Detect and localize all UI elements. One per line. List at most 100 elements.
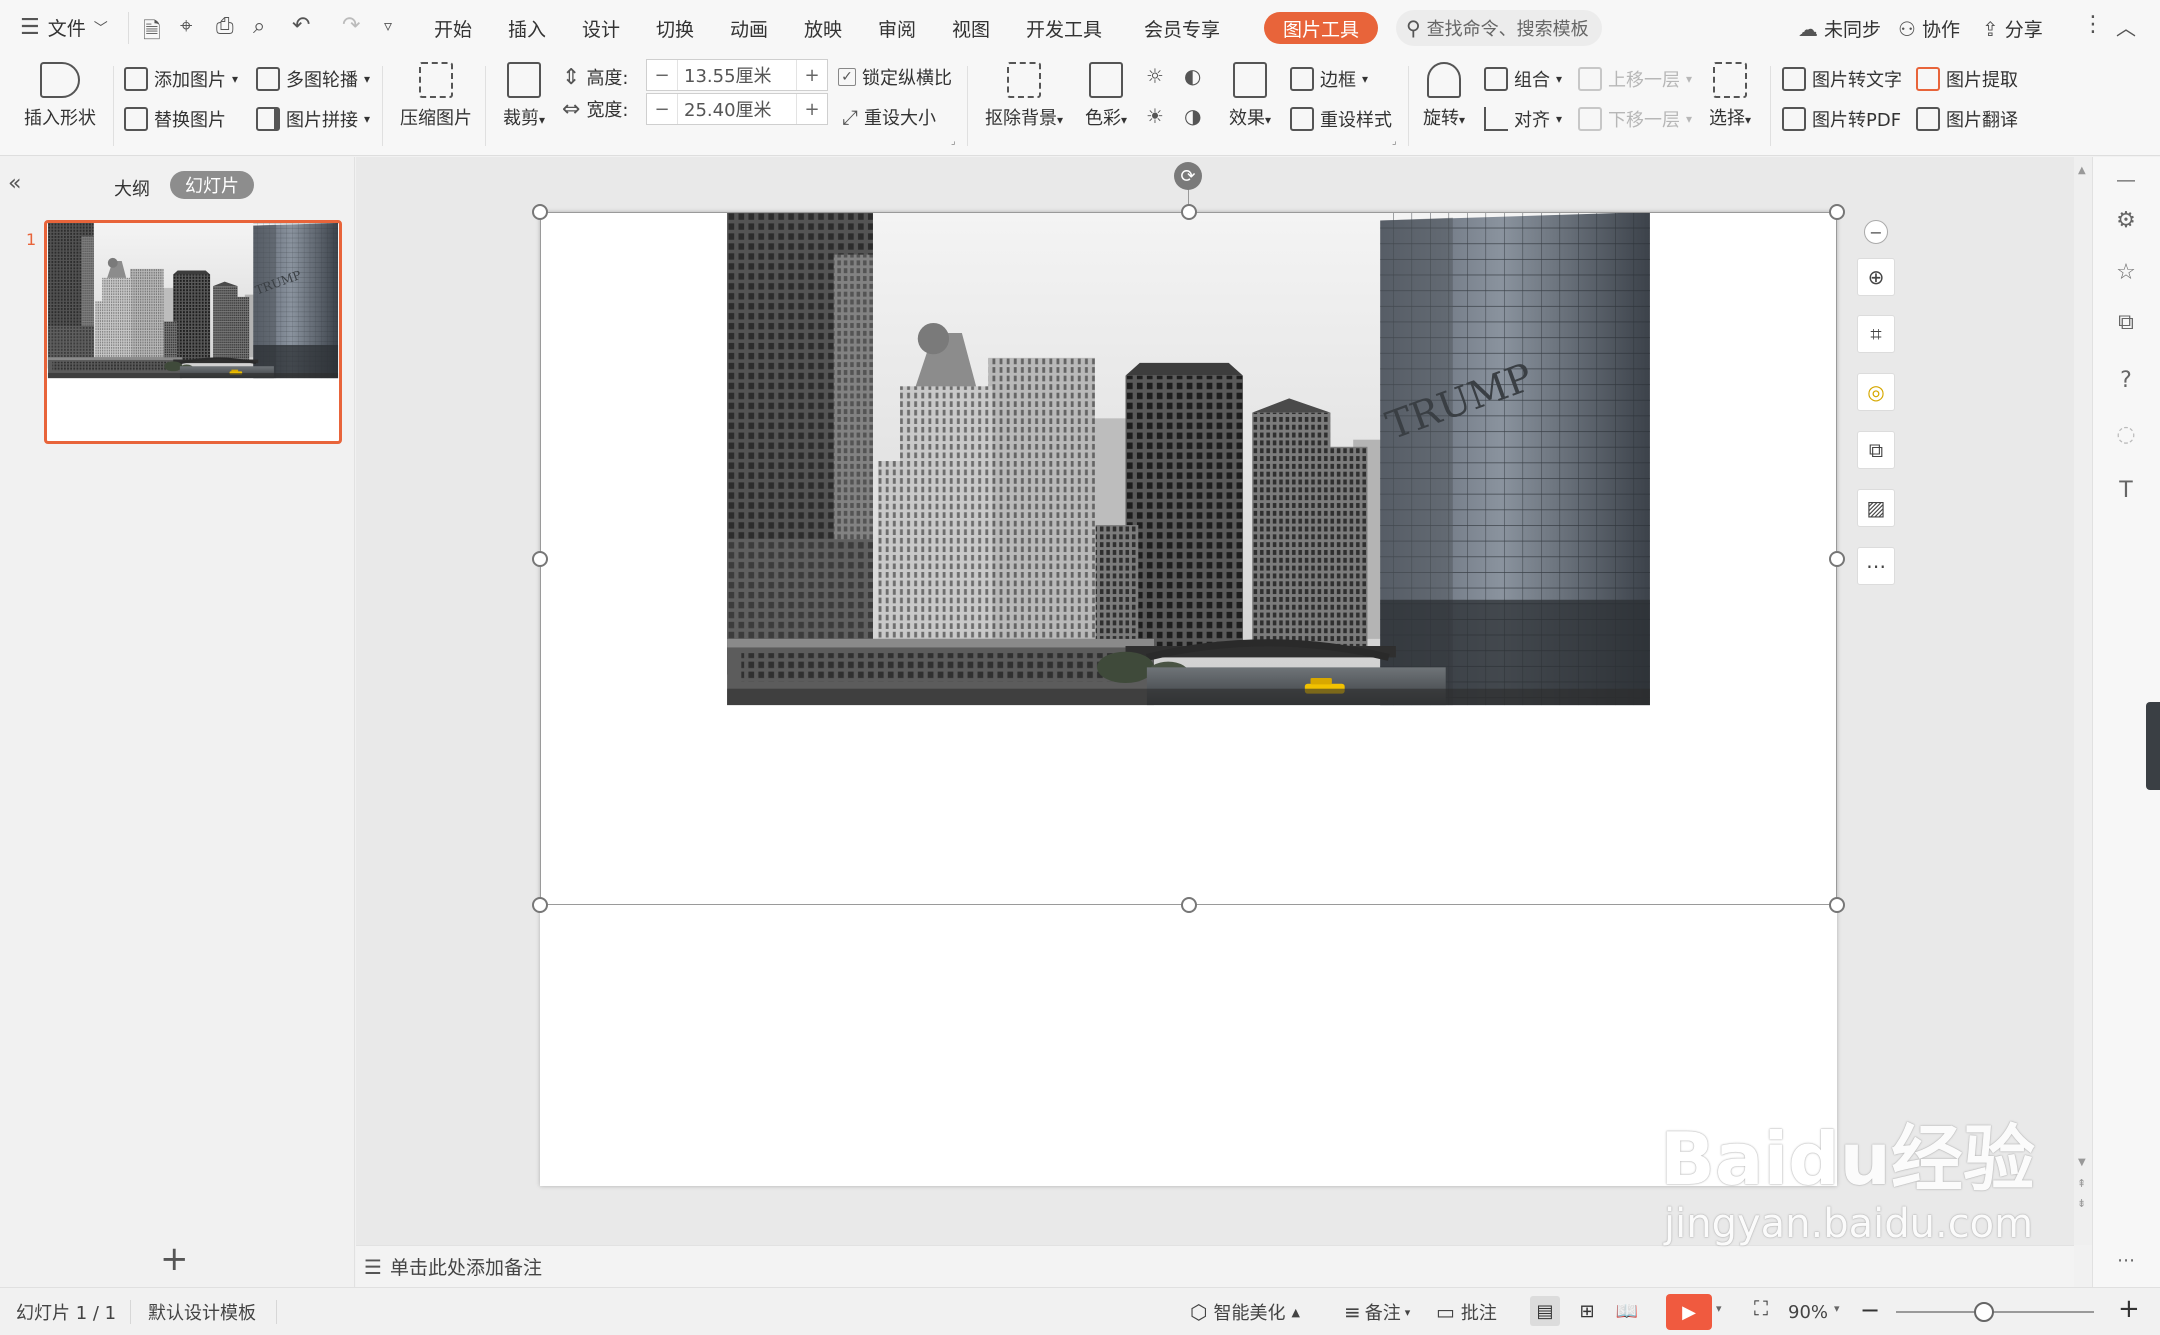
height-increase-button[interactable]: + [797, 60, 827, 90]
collapse-pane-icon[interactable]: « [8, 171, 21, 196]
tab-member[interactable]: 会员专享 [1144, 15, 1248, 42]
select-button[interactable]: 选择▾ [1704, 62, 1756, 130]
side-widget-tab[interactable] [2146, 702, 2160, 790]
selected-picture[interactable]: TRUMP [540, 212, 1837, 905]
style-dialog-launcher-icon[interactable]: ⌟ [1392, 136, 1397, 147]
scroll-down-icon[interactable]: ▼ [2078, 1157, 2086, 1168]
next-slide-icon[interactable]: ⇟ [2077, 1197, 2086, 1210]
tab-slides[interactable]: 幻灯片 [170, 171, 254, 199]
resize-handle-top-left[interactable] [532, 204, 548, 220]
reset-size-button[interactable]: ⤢ 重设大小 [842, 104, 936, 130]
print-preview-icon[interactable]: ⌕ [253, 14, 265, 39]
color-button[interactable]: 色彩▾ [1080, 62, 1132, 130]
command-search[interactable]: ⚲ 查找命令、搜索模板 [1396, 10, 1602, 46]
width-increase-button[interactable]: + [797, 94, 827, 124]
remove-background-button[interactable]: 抠除背景▾ [980, 62, 1068, 130]
contrast-down-icon[interactable]: ◑ [1184, 104, 1201, 128]
resize-handle-bottom-right[interactable] [1829, 897, 1845, 913]
comments-button[interactable]: ▭ 批注 [1436, 1288, 1497, 1335]
search-input[interactable]: 查找命令、搜索模板 [1427, 15, 1589, 41]
tab-developer[interactable]: 开发工具 [1026, 15, 1144, 42]
collapse-float-tools-icon[interactable]: − [1864, 220, 1888, 244]
zoom-level[interactable]: 90% [1788, 1288, 1828, 1335]
add-slide-icon[interactable]: + [160, 1239, 189, 1279]
collage-button[interactable]: 图片拼接 ▾ [256, 106, 370, 132]
effects-button[interactable]: 效果▾ [1224, 62, 1276, 130]
replace-image-button[interactable]: 替换图片 [124, 106, 226, 132]
file-menu[interactable]: ☰ 文件 ﹀ [20, 14, 108, 41]
pane-menu-icon[interactable]: ― [2111, 165, 2141, 195]
resize-handle-left[interactable] [532, 551, 548, 567]
zoom-out-icon[interactable]: − [1860, 1296, 1880, 1324]
notes-area[interactable]: ☰ 单击此处添加备注 [356, 1245, 2074, 1287]
reading-view-icon[interactable]: 📖 [1612, 1296, 1642, 1326]
width-decrease-button[interactable]: − [647, 94, 677, 124]
smart-suggest-button[interactable]: ◎ [1857, 373, 1895, 411]
vertical-scrollbar[interactable]: ▲ ▼ ⇞ ⇟ [2074, 157, 2092, 1245]
contrast-up-icon[interactable]: ◐ [1184, 64, 1201, 88]
align-button[interactable]: 对齐 ▾ [1484, 106, 1562, 132]
play-options-icon[interactable]: ▾ [1716, 1302, 1722, 1315]
lock-aspect-checkbox[interactable]: ✓ 锁定纵横比 [838, 64, 952, 90]
zoom-options-icon[interactable]: ▾ [1834, 1302, 1840, 1315]
text-icon[interactable]: T [2111, 475, 2141, 505]
redo-icon[interactable]: ↷ [342, 13, 360, 38]
send-backward-button[interactable]: 下移一层 ▾ [1578, 106, 1692, 132]
width-stepper[interactable]: − 25.40厘米 + [646, 93, 828, 125]
carousel-button[interactable]: 多图轮播 ▾ [256, 66, 370, 92]
rotate-button[interactable]: 旋转▾ [1414, 62, 1474, 130]
zoom-in-status-icon[interactable]: + [2118, 1294, 2140, 1324]
help-icon[interactable]: ? [2111, 365, 2141, 395]
template-name[interactable]: 默认设计模板 [148, 1288, 256, 1335]
resize-handle-top[interactable] [1181, 204, 1197, 220]
fit-window-icon[interactable]: ⛶ [1754, 1296, 1768, 1320]
zoom-image-button[interactable]: ⊕ [1857, 258, 1895, 296]
zoom-slider[interactable] [1896, 1311, 2094, 1313]
more-float-tools-button[interactable]: ⋯ [1857, 547, 1895, 585]
star-icon[interactable]: ☆ [2111, 257, 2141, 287]
more-pane-icon[interactable]: ⋯ [2111, 1245, 2141, 1275]
insert-shape-button[interactable]: 插入形状 [14, 62, 106, 130]
border-button[interactable]: 边框 ▾ [1290, 66, 1368, 92]
scroll-up-icon[interactable]: ▲ [2078, 165, 2086, 176]
smart-beautify-button[interactable]: ⬡ 智能美化 ▲ [1190, 1288, 1300, 1335]
more-options-icon[interactable]: ⋮ [2082, 12, 2104, 37]
tab-transition[interactable]: 切换 [656, 15, 730, 42]
crop-button[interactable]: 裁剪▾ [494, 62, 554, 130]
prev-slide-icon[interactable]: ⇞ [2077, 1177, 2086, 1190]
height-decrease-button[interactable]: − [647, 60, 677, 90]
brightness-up-icon[interactable]: ☼ [1146, 64, 1164, 88]
resize-handle-bottom-left[interactable] [532, 897, 548, 913]
tab-home[interactable]: 开始 [434, 15, 508, 42]
properties-icon[interactable]: ⚙ [2111, 205, 2141, 235]
resize-handle-bottom[interactable] [1181, 897, 1197, 913]
tab-picture-tools[interactable]: 图片工具 [1264, 12, 1378, 44]
undo-icon[interactable]: ↶ [292, 13, 310, 38]
share-button[interactable]: ⇪ 分享 [1982, 15, 2043, 42]
notes-toggle-button[interactable]: ≡ 备注 ▾ [1344, 1288, 1410, 1335]
rotate-handle-icon[interactable]: ⟳ [1174, 162, 1202, 190]
resize-handle-right[interactable] [1829, 551, 1845, 567]
bring-forward-button[interactable]: 上移一层 ▾ [1578, 66, 1692, 92]
reset-style-button[interactable]: 重设样式 [1290, 106, 1392, 132]
height-input[interactable]: 13.55厘米 [677, 60, 797, 90]
image-translate-button[interactable]: 图片翻译 [1916, 106, 2018, 132]
image-to-pdf-button[interactable]: 图片转PDF [1782, 106, 1901, 132]
add-image-button[interactable]: 添加图片 ▾ [124, 66, 238, 92]
group-button[interactable]: 组合 ▾ [1484, 66, 1562, 92]
play-slideshow-button[interactable]: ▶ [1666, 1294, 1712, 1330]
compress-image-button[interactable]: 压缩图片 [394, 62, 478, 130]
image-replace-float-button[interactable]: ⧉ [1857, 431, 1895, 469]
collapse-ribbon-icon[interactable]: ︿ [2116, 12, 2136, 41]
tab-outline[interactable]: 大纲 [114, 175, 150, 201]
resize-handle-top-right[interactable] [1829, 204, 1845, 220]
quick-access-dropdown-icon[interactable]: ▿ [384, 16, 392, 35]
height-stepper[interactable]: − 13.55厘米 + [646, 59, 828, 91]
tab-review[interactable]: 审阅 [878, 15, 952, 42]
tab-design[interactable]: 设计 [582, 15, 656, 42]
brightness-down-icon[interactable]: ☀ [1146, 104, 1164, 128]
zoom-slider-thumb[interactable] [1974, 1302, 1994, 1322]
tab-insert[interactable]: 插入 [508, 15, 582, 42]
idea-icon[interactable]: ◌ [2111, 419, 2141, 449]
format-painter-icon[interactable]: ⌖ [180, 14, 192, 39]
